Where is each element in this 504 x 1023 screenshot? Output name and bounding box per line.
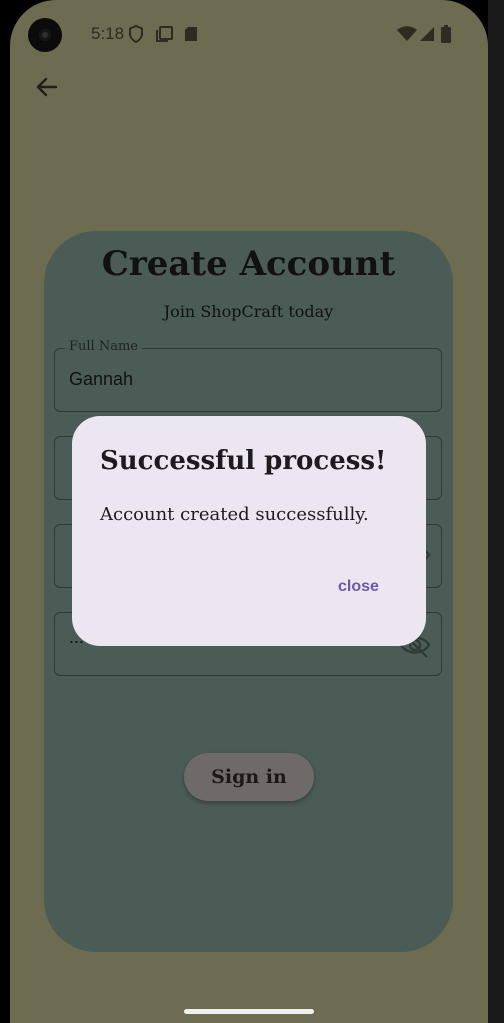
full-name-value: Gannah bbox=[69, 369, 134, 389]
page-subtitle: Join ShopCraft today bbox=[163, 302, 334, 321]
status-time: 5:18 bbox=[91, 24, 125, 43]
success-dialog: Successful process! Account created succ… bbox=[72, 416, 426, 646]
close-button[interactable]: close bbox=[328, 572, 389, 602]
shield-icon bbox=[128, 24, 144, 48]
sign-in-button[interactable]: Sign in bbox=[184, 753, 314, 801]
page-title: Create Account bbox=[101, 244, 396, 284]
dialog-title: Successful process! bbox=[100, 446, 387, 476]
back-arrow-icon[interactable] bbox=[34, 74, 60, 100]
full-name-label: Full Name bbox=[65, 339, 142, 354]
full-name-field[interactable]: Full Name Gannah bbox=[54, 339, 442, 412]
status-bar: 5:18 bbox=[0, 0, 504, 68]
phone-frame: 5:18 Create Account Join ShopCraft today… bbox=[0, 0, 504, 1023]
device-bezel bbox=[488, 0, 504, 1023]
sim-card-icon bbox=[184, 26, 198, 47]
wifi-icon bbox=[397, 26, 417, 47]
cell-signal-icon bbox=[419, 26, 435, 47]
dialog-message: Account created successfully. bbox=[100, 504, 369, 525]
home-indicator[interactable] bbox=[184, 1009, 314, 1014]
copy-icon bbox=[155, 26, 173, 47]
battery-icon bbox=[441, 25, 451, 48]
